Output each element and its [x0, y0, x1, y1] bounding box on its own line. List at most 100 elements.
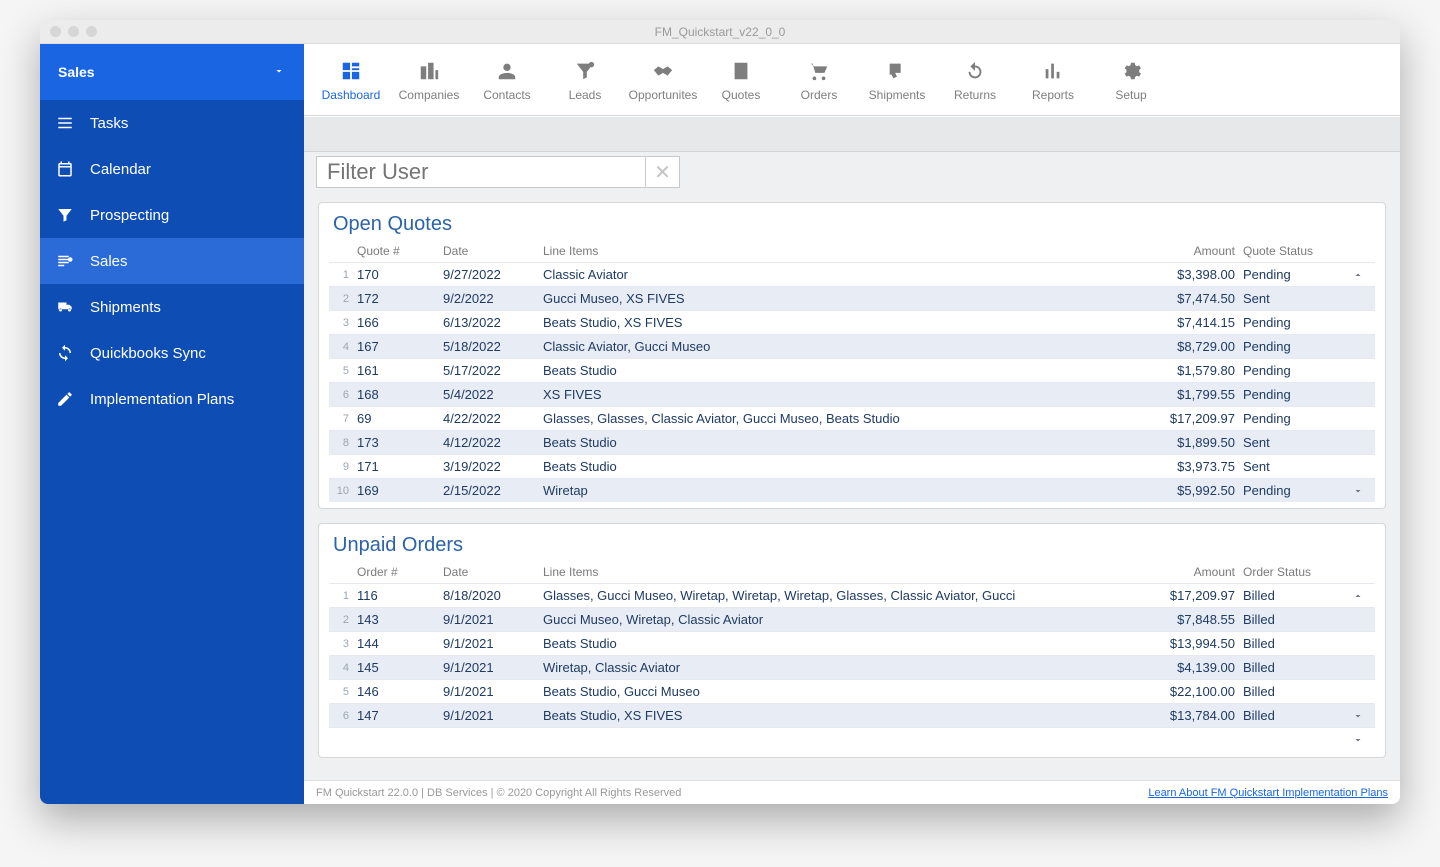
clear-filter-button[interactable]: ✕	[646, 156, 680, 188]
toolbar-dashboard[interactable]: Dashboard	[312, 44, 390, 116]
cell-amount: $8,729.00	[1133, 339, 1243, 354]
sidebar-item-sales[interactable]: Sales	[40, 238, 304, 284]
sidebar-item-tasks[interactable]: Tasks	[40, 100, 304, 146]
table-row[interactable]: 51469/1/2021Beats Studio, Gucci Museo$22…	[329, 679, 1375, 703]
cell-status: Pending	[1243, 363, 1343, 378]
toolbar-label: Dashboard	[322, 88, 381, 102]
cell-items: Beats Studio, XS FIVES	[543, 708, 1133, 723]
footer-link[interactable]: Learn About FM Quickstart Implementation…	[1148, 787, 1388, 799]
toolbar-shipments[interactable]: Shipments	[858, 44, 936, 116]
toolbar-leads[interactable]: Leads	[546, 44, 624, 116]
cell-id: 171	[357, 459, 443, 474]
row-index: 7	[331, 413, 357, 425]
cell-date: 8/18/2020	[443, 588, 543, 603]
row-index: 8	[331, 437, 357, 449]
filter-user-input[interactable]	[316, 156, 646, 188]
col-date: Date	[443, 565, 543, 579]
sidebar-item-label: Implementation Plans	[90, 391, 234, 408]
chevron-down-icon[interactable]	[1343, 734, 1373, 746]
cell-id: 173	[357, 435, 443, 450]
table-row[interactable]: 41459/1/2021Wiretap, Classic Aviator$4,1…	[329, 655, 1375, 679]
cell-items: Wiretap, Classic Aviator	[543, 660, 1133, 675]
cell-items: Beats Studio	[543, 435, 1133, 450]
table-row-more[interactable]	[329, 727, 1375, 751]
cell-amount: $22,100.00	[1133, 684, 1243, 699]
table-row[interactable]: 101692/15/2022Wiretap$5,992.50Pending	[329, 478, 1375, 502]
toolbar-orders[interactable]: Orders	[780, 44, 858, 116]
cell-id: 168	[357, 387, 443, 402]
cell-items: Beats Studio	[543, 459, 1133, 474]
table-row[interactable]: 31666/13/2022Beats Studio, XS FIVES$7,41…	[329, 310, 1375, 334]
cell-date: 2/15/2022	[443, 483, 543, 498]
table-row[interactable]: 61479/1/2021Beats Studio, XS FIVES$13,78…	[329, 703, 1375, 727]
cell-items: Gucci Museo, XS FIVES	[543, 291, 1133, 306]
col-amount: Amount	[1133, 244, 1243, 258]
table-row[interactable]: 11168/18/2020Glasses, Gucci Museo, Wiret…	[329, 583, 1375, 607]
app-window: FM_Quickstart_v22_0_0 Sales Tasks Calend…	[40, 20, 1400, 804]
row-chevron-icon[interactable]	[1343, 710, 1373, 722]
content: Open Quotes Quote # Date Line Items Amou…	[304, 192, 1400, 780]
minimize-window-icon[interactable]	[68, 26, 79, 37]
grid-header: Order # Date Line Items Amount Order Sta…	[329, 561, 1375, 583]
row-index: 1	[331, 590, 357, 602]
sidebar-item-shipments[interactable]: Shipments	[40, 284, 304, 330]
sidebar-item-label: Sales	[90, 253, 128, 270]
table-row[interactable]: 31449/1/2021Beats Studio$13,994.50Billed	[329, 631, 1375, 655]
toolbar-setup[interactable]: Setup	[1092, 44, 1170, 116]
toolbar-returns[interactable]: Returns	[936, 44, 1014, 116]
table-row[interactable]: 81734/12/2022Beats Studio$1,899.50Sent	[329, 430, 1375, 454]
row-index: 4	[331, 341, 357, 353]
toolbar-opportunities[interactable]: Opportunites	[624, 44, 702, 116]
toolbar-label: Quotes	[722, 88, 761, 102]
row-index: 2	[331, 614, 357, 626]
quotes-grid: Quote # Date Line Items Amount Quote Sta…	[329, 240, 1375, 502]
table-row[interactable]: 21729/2/2022Gucci Museo, XS FIVES$7,474.…	[329, 286, 1375, 310]
row-chevron-icon[interactable]	[1343, 590, 1373, 602]
cell-amount: $17,209.97	[1133, 588, 1243, 603]
sidebar-item-implementation[interactable]: Implementation Plans	[40, 376, 304, 422]
filter-wrap: ✕	[304, 152, 1400, 192]
table-row[interactable]: 91713/19/2022Beats Studio$3,973.75Sent	[329, 454, 1375, 478]
table-row[interactable]: 11709/27/2022Classic Aviator$3,398.00Pen…	[329, 262, 1375, 286]
cell-amount: $17,209.97	[1133, 411, 1243, 426]
toolbar-contacts[interactable]: Contacts	[468, 44, 546, 116]
cell-id: 169	[357, 483, 443, 498]
table-row[interactable]: 61685/4/2022XS FIVES$1,799.55Pending	[329, 382, 1375, 406]
toolbar-companies[interactable]: Companies	[390, 44, 468, 116]
toolbar-reports[interactable]: Reports	[1014, 44, 1092, 116]
table-row[interactable]: 41675/18/2022Classic Aviator, Gucci Muse…	[329, 334, 1375, 358]
row-chevron-icon[interactable]	[1343, 485, 1373, 497]
window-title: FM_Quickstart_v22_0_0	[40, 25, 1400, 39]
sidebar-module-selector[interactable]: Sales	[40, 44, 304, 100]
cell-date: 9/2/2022	[443, 291, 543, 306]
close-window-icon[interactable]	[50, 26, 61, 37]
toolbar-label: Setup	[1115, 88, 1146, 102]
cell-date: 9/1/2021	[443, 684, 543, 699]
table-row[interactable]: 51615/17/2022Beats Studio$1,579.80Pendin…	[329, 358, 1375, 382]
cell-amount: $1,899.50	[1133, 435, 1243, 450]
cell-date: 5/4/2022	[443, 387, 543, 402]
cell-date: 9/1/2021	[443, 708, 543, 723]
sync-icon	[54, 344, 76, 362]
sales-icon	[54, 252, 76, 270]
cell-status: Pending	[1243, 315, 1343, 330]
cell-status: Pending	[1243, 339, 1343, 354]
cell-items: Gucci Museo, Wiretap, Classic Aviator	[543, 612, 1133, 627]
cell-status: Pending	[1243, 483, 1343, 498]
toolbar-label: Returns	[954, 88, 996, 102]
row-chevron-icon[interactable]	[1343, 269, 1373, 281]
sidebar-item-prospecting[interactable]: Prospecting	[40, 192, 304, 238]
table-row[interactable]: 7694/22/2022Glasses, Glasses, Classic Av…	[329, 406, 1375, 430]
cell-date: 9/1/2021	[443, 612, 543, 627]
cell-status: Billed	[1243, 636, 1343, 651]
toolbar-quotes[interactable]: Quotes	[702, 44, 780, 116]
filter-row	[304, 116, 1400, 152]
cell-amount: $1,579.80	[1133, 363, 1243, 378]
zoom-window-icon[interactable]	[86, 26, 97, 37]
sidebar-item-quickbooks[interactable]: Quickbooks Sync	[40, 330, 304, 376]
sidebar-item-calendar[interactable]: Calendar	[40, 146, 304, 192]
table-row[interactable]: 21439/1/2021Gucci Museo, Wiretap, Classi…	[329, 607, 1375, 631]
col-status: Quote Status	[1243, 244, 1343, 258]
cell-amount: $5,992.50	[1133, 483, 1243, 498]
panel-title: Unpaid Orders	[333, 534, 1375, 557]
